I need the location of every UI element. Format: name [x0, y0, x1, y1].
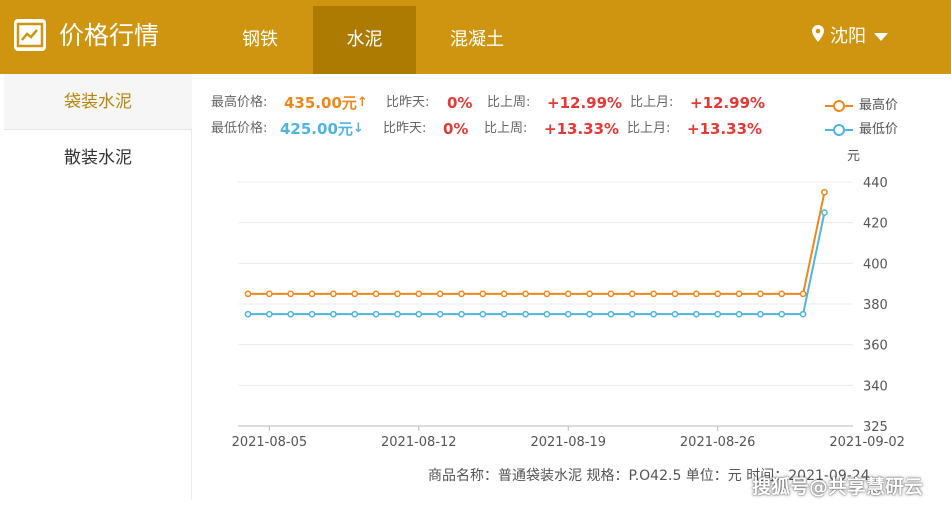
data-point-0	[458, 290, 465, 298]
y-tick-label: 440	[863, 176, 888, 191]
data-point-1	[522, 310, 529, 318]
data-point-1	[799, 310, 807, 318]
chevron-down-icon	[874, 33, 888, 41]
data-point-0	[650, 290, 657, 298]
data-point-0	[757, 290, 764, 298]
data-point-1	[607, 310, 615, 318]
data-point-1	[714, 310, 722, 318]
y-tick-label: 400	[863, 257, 888, 272]
data-point-1	[757, 310, 764, 318]
data-point-1	[394, 310, 401, 318]
data-point-1	[693, 310, 700, 318]
data-point-1	[735, 310, 743, 318]
tab-steel[interactable]: 钢铁	[222, 6, 298, 74]
data-point-0	[778, 290, 786, 298]
data-point-0	[564, 290, 572, 298]
x-tick-label: 2021-08-19	[530, 435, 606, 450]
x-tick-label: 2021-08-12	[381, 435, 457, 450]
data-point-0	[522, 290, 529, 298]
watermark-text: 搜狐号@共享慧研云	[752, 476, 924, 498]
data-point-0	[714, 290, 722, 298]
data-point-0	[266, 290, 273, 298]
data-point-1	[479, 310, 487, 318]
y-tick-label: 380	[863, 298, 888, 313]
app-title: 价格行情	[59, 21, 160, 50]
data-point-0	[821, 188, 828, 196]
data-point-1	[821, 209, 828, 216]
chart-logo-icon	[14, 19, 46, 51]
data-point-1	[266, 310, 273, 318]
data-point-0	[287, 290, 295, 298]
data-point-1	[372, 310, 380, 318]
data-point-0	[543, 290, 551, 298]
data-point-1	[458, 310, 465, 318]
data-point-0	[671, 290, 679, 298]
main-panel: 最高价格: 435.00元 ↑ 比昨天: 0% 比上周: +12.99% 比上月…	[193, 74, 944, 500]
data-point-0	[394, 290, 401, 298]
data-point-1	[543, 310, 551, 318]
data-point-0	[735, 290, 743, 298]
data-point-0	[372, 290, 380, 298]
data-point-0	[308, 290, 316, 298]
data-point-0	[586, 290, 593, 298]
data-point-1	[564, 310, 572, 318]
data-point-1	[351, 310, 359, 318]
city-name: 沈阳	[830, 26, 866, 47]
data-point-0	[479, 290, 487, 298]
data-point-1	[244, 310, 252, 318]
data-point-0	[415, 290, 423, 298]
data-point-1	[308, 310, 316, 318]
data-point-0	[799, 290, 807, 298]
data-point-1	[330, 310, 337, 318]
data-point-0	[244, 290, 252, 298]
data-point-1	[500, 310, 508, 318]
data-point-0	[351, 290, 359, 298]
sidebar-item-bulk-cement[interactable]: 散装水泥	[4, 130, 192, 186]
x-tick-label: 2021-09-02	[829, 435, 905, 450]
y-tick-label: 360	[863, 339, 888, 354]
x-tick-label: 2021-08-05	[232, 435, 308, 450]
data-point-1	[436, 310, 444, 318]
data-point-1	[415, 310, 423, 318]
tab-cement[interactable]: 水泥	[313, 6, 416, 74]
data-point-1	[628, 310, 636, 318]
y-tick-label: 420	[863, 217, 888, 232]
y-unit-label: 元	[847, 149, 860, 164]
data-point-0	[436, 290, 444, 298]
top-header: 价格行情 钢铁 水泥 混凝土 沈阳	[0, 0, 951, 74]
data-point-0	[500, 290, 508, 298]
city-selector[interactable]: 沈阳	[812, 22, 888, 52]
data-point-1	[778, 310, 786, 318]
data-point-1	[671, 310, 679, 318]
data-point-0	[607, 290, 615, 298]
x-tick-label: 2021-08-26	[680, 435, 756, 450]
data-point-1	[650, 310, 657, 318]
sidebar-item-bagged-cement[interactable]: 袋装水泥	[4, 74, 192, 130]
tab-concrete[interactable]: 混凝土	[432, 6, 522, 74]
price-line-chart: 325340360380400420440元2021-08-05 2021-08-…	[232, 149, 905, 450]
series-line-0	[248, 191, 826, 295]
data-point-1	[586, 310, 593, 318]
location-pin-icon	[812, 22, 824, 52]
y-tick-label: 340	[863, 379, 888, 394]
data-point-0	[628, 290, 636, 298]
data-point-0	[693, 290, 700, 298]
data-point-0	[330, 290, 337, 298]
data-point-1	[287, 310, 295, 318]
sidebar: 袋装水泥 散装水泥	[4, 74, 192, 500]
